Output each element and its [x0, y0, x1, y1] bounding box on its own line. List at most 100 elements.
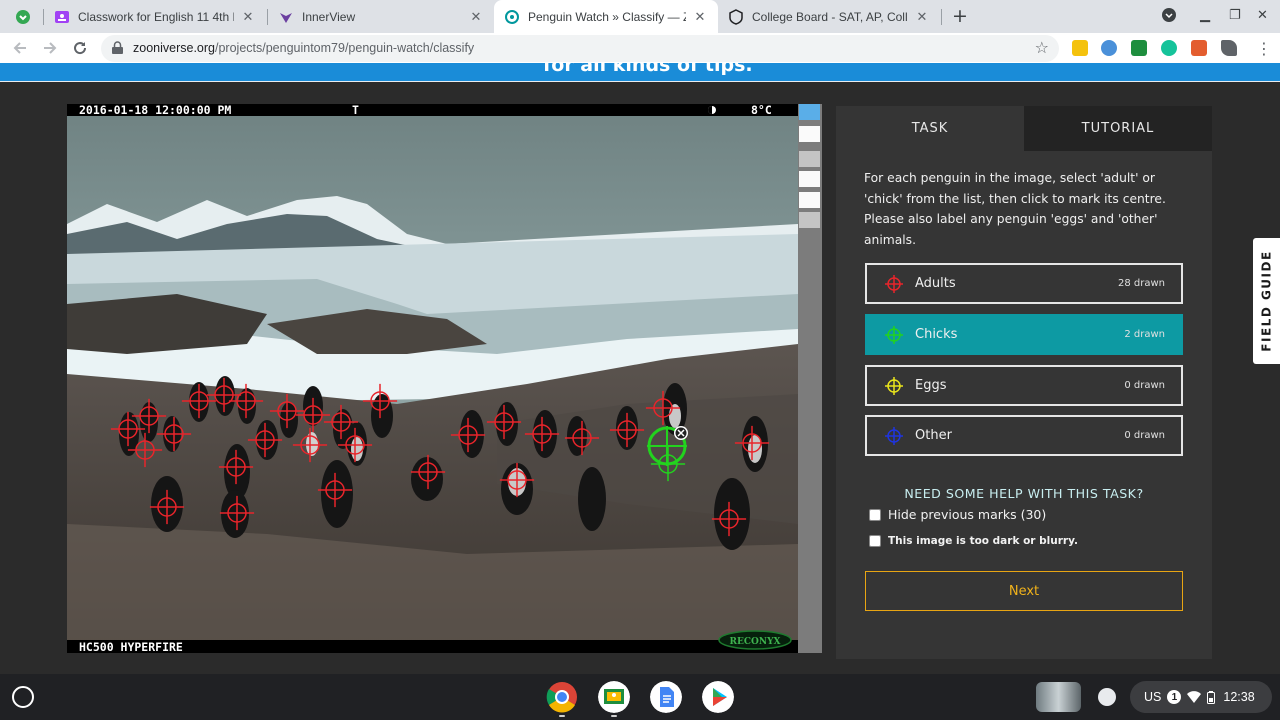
penguin-scene[interactable]: 2016-01-18 12:00:00 PM T 8°C HC500 HYPER… [67, 104, 798, 653]
close-icon[interactable]: ✕ [240, 9, 256, 25]
restore-button[interactable]: ❐ [1229, 8, 1241, 23]
tab-search-button[interactable] [1162, 8, 1176, 26]
url-path: /projects/penguintom79/penguin-watch/cla… [215, 41, 475, 55]
tab-classwork[interactable]: Classwork for English 11 4th Blo ✕ [44, 0, 266, 33]
back-button[interactable] [9, 37, 31, 59]
tool-label: Eggs [915, 378, 947, 393]
reload-button[interactable] [69, 37, 91, 59]
tool-label: Other [915, 428, 952, 443]
next-button[interactable]: Next [865, 571, 1183, 611]
extension-icon[interactable] [1072, 40, 1088, 56]
field-guide-label: FIELD GUIDE [1259, 250, 1274, 352]
chrome-icon[interactable] [546, 681, 578, 713]
address-bar[interactable]: zooniverse.org/projects/penguintom79/pen… [101, 35, 1059, 62]
tab-college-board[interactable]: College Board - SAT, AP, College ✕ [718, 0, 940, 33]
moon-phase-icon [708, 106, 716, 114]
tool-eggs[interactable]: Eggs 0 drawn [865, 365, 1183, 406]
site-info-icon[interactable] [111, 41, 124, 55]
frame-thumb[interactable] [799, 151, 820, 167]
task-tabs: TASK TUTORIAL [836, 106, 1212, 151]
close-icon[interactable]: ✕ [692, 9, 708, 25]
status-tray[interactable]: US 1 12:38 [1130, 681, 1272, 713]
google-classroom-icon[interactable] [598, 681, 630, 713]
crosshair-icon [885, 325, 903, 344]
launcher-button[interactable] [12, 686, 34, 708]
tab-title: Classwork for English 11 4th Blo [78, 9, 234, 24]
close-icon[interactable]: ✕ [914, 9, 930, 25]
checkbox-box[interactable] [869, 535, 881, 547]
extension-icon[interactable] [1101, 40, 1117, 56]
frame-thumb[interactable] [799, 171, 820, 187]
crosshair-icon [885, 274, 903, 293]
running-indicator [611, 715, 617, 717]
cast-icon[interactable] [1131, 40, 1147, 56]
notification-count: 1 [1167, 690, 1182, 704]
field-guide-tab[interactable]: FIELD GUIDE [1253, 238, 1280, 364]
tool-count: 2 drawn [1124, 329, 1165, 340]
frame-thumb-active[interactable] [799, 104, 820, 120]
forward-button[interactable] [39, 37, 61, 59]
screenshot-thumbnail[interactable] [1036, 682, 1081, 712]
checkbox-label: Hide previous marks (30) [888, 507, 1047, 522]
tab-task[interactable]: TASK [836, 106, 1024, 151]
google-play-icon[interactable] [702, 681, 734, 713]
tab-tutorial[interactable]: TUTORIAL [1024, 106, 1212, 151]
crosshair-icon [885, 376, 903, 395]
os-shelf: US 1 12:38 [0, 674, 1280, 720]
crosshair-icon [885, 426, 903, 445]
tab-innerview[interactable]: InnerView ✕ [268, 0, 494, 33]
frame-thumb[interactable] [799, 126, 820, 142]
tab-title: College Board - SAT, AP, College [752, 9, 908, 24]
browser-toolbar: zooniverse.org/projects/penguintom79/pen… [0, 33, 1280, 63]
tab-search-icon[interactable] [8, 0, 38, 33]
chevron-down-icon [1162, 8, 1176, 22]
input-locale: US [1144, 690, 1162, 704]
tab-strip: Classwork for English 11 4th Blo ✕ Inner… [0, 0, 1280, 33]
minimize-button[interactable]: ▁ [1200, 8, 1210, 23]
checkbox-label: This image is too dark or blurry. [888, 535, 1078, 547]
close-icon[interactable]: ✕ [468, 9, 484, 25]
banner-text: for all kinds of tips. [543, 63, 753, 76]
google-docs-icon[interactable] [650, 681, 682, 713]
grammarly-icon[interactable] [1161, 40, 1177, 56]
subject-image[interactable]: 2016-01-18 12:00:00 PM T 8°C HC500 HYPER… [67, 104, 798, 653]
delete-mark-icon[interactable] [674, 426, 688, 440]
bookmark-star-icon[interactable]: ☆ [1035, 38, 1049, 57]
camera-brand-logo: RECONYX [730, 637, 781, 647]
tab-title: Penguin Watch » Classify — Zoo [528, 9, 686, 24]
tool-adults[interactable]: Adults 28 drawn [865, 263, 1183, 304]
innerview-icon [278, 9, 294, 25]
help-link[interactable]: NEED SOME HELP WITH THIS TASK? [865, 486, 1183, 501]
arrow-left-icon [13, 42, 26, 54]
more-menu-icon[interactable]: ⋮ [1256, 39, 1272, 58]
frame-thumb[interactable] [799, 192, 820, 208]
tool-chicks[interactable]: Chicks 2 drawn [865, 314, 1183, 355]
zooniverse-icon [504, 9, 520, 25]
new-tab-button[interactable]: + [952, 5, 968, 27]
tool-count: 0 drawn [1124, 380, 1165, 391]
close-window-button[interactable]: ✕ [1257, 8, 1268, 23]
announcement-icon[interactable] [1191, 40, 1207, 56]
battery-icon [1207, 690, 1216, 704]
arrow-right-icon [44, 42, 57, 54]
camera-timestamp: 2016-01-18 12:00:00 PM [79, 104, 231, 117]
accessibility-icon[interactable] [1098, 688, 1116, 706]
tool-label: Adults [915, 276, 956, 291]
extensions-puzzle-icon[interactable] [1221, 40, 1237, 56]
reload-icon [74, 42, 87, 55]
running-indicator [559, 715, 565, 717]
task-instructions: For each penguin in the image, select 'a… [864, 171, 1166, 248]
tips-banner: for all kinds of tips. [0, 63, 1280, 82]
frame-strip[interactable] [798, 104, 822, 653]
frame-thumb[interactable] [799, 212, 820, 228]
camera-flag: T [352, 104, 359, 117]
checkbox-box[interactable] [869, 508, 881, 521]
tool-label: Chicks [915, 327, 958, 342]
tool-other[interactable]: Other 0 drawn [865, 415, 1183, 456]
tab-penguin-watch[interactable]: Penguin Watch » Classify — Zoo ✕ [494, 0, 718, 33]
task-panel: TASK TUTORIAL For each penguin in the im… [836, 106, 1212, 659]
tab-title: InnerView [302, 9, 356, 24]
google-classroom-icon [54, 9, 70, 25]
hide-marks-checkbox[interactable]: Hide previous marks (30) [869, 507, 1046, 522]
too-dark-checkbox[interactable]: This image is too dark or blurry. [869, 535, 1078, 547]
